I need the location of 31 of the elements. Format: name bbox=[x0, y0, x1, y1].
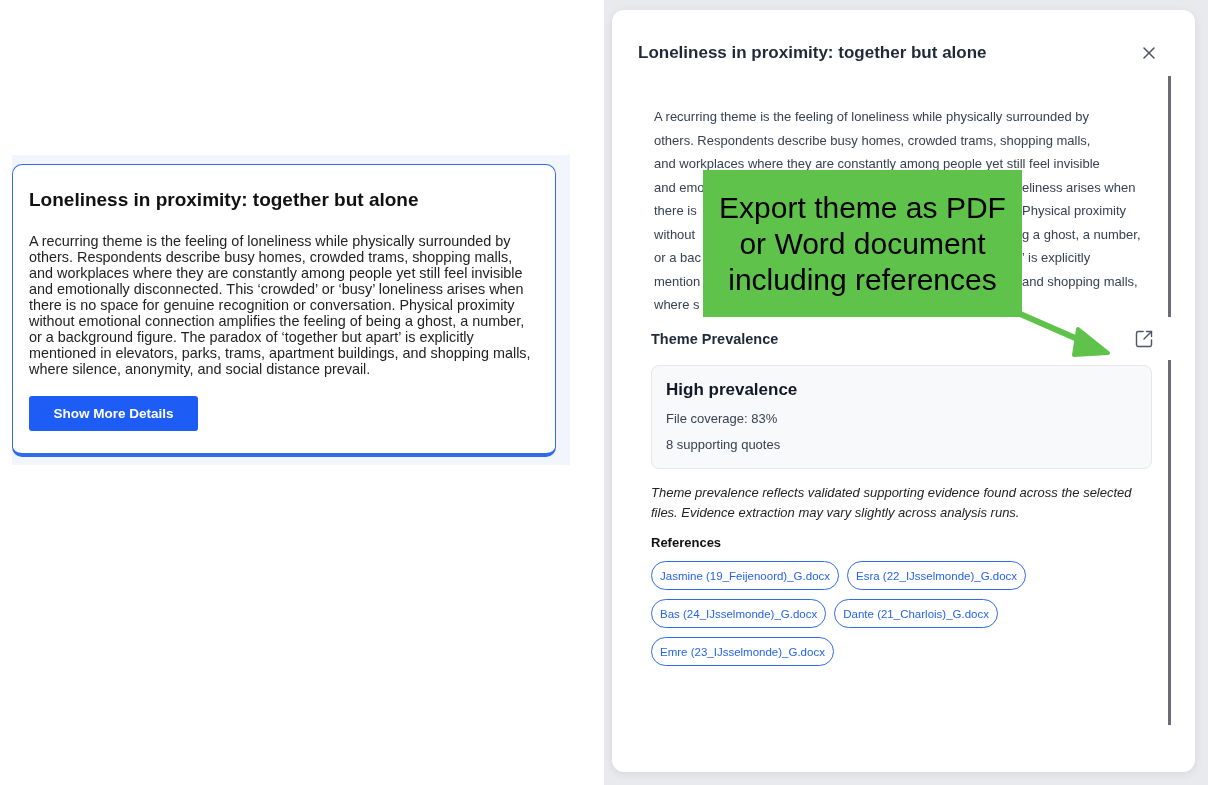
card-description: A recurring theme is the feeling of loneliness while physically surrounded by others. Respondents describe busy homes, crowded trams, shopping malls, and workplaces where they are constantly among people yet still feel invisible and emotionally disconnected. This ‘crowded’ or ‘busy’ loneliness arises when there is no space for genuine recognition or conversation. Physical proximity without emotional connection amplifies the feeling of being a ghost, a number, or a background figure. The paradox of ‘together but apart’ is explicitly mentioned in elevators, parks, trams, apartment buildings, and shopping malls, where silence, anonymity, and social distance prevail. bbox=[29, 233, 532, 377]
description-fragment: mention bbox=[654, 272, 702, 291]
scrollbar[interactable] bbox=[1168, 76, 1171, 725]
card-title: Loneliness in proximity: together but alone bbox=[29, 189, 420, 211]
reference-chip[interactable]: Dante (21_Charlois)_G.docx bbox=[834, 599, 998, 628]
prevalence-note: Theme prevalence reflects validated supporting evidence found across the selected files. Evidence extraction may vary slightly across analysis runs. bbox=[651, 484, 1133, 522]
reference-chip[interactable]: Jasmine (19_Feijenoord)_G.docx bbox=[651, 561, 840, 590]
export-icon[interactable] bbox=[1134, 328, 1154, 349]
description-fragment: Physical proximity bbox=[1022, 202, 1128, 220]
section-heading: Theme Prevalence bbox=[651, 330, 779, 347]
description-line: A recurring theme is the feeling of loneliness while physically surrounded by bbox=[654, 108, 1090, 126]
description-fragment: eliness arises when bbox=[1022, 178, 1137, 197]
references-heading: References bbox=[651, 535, 723, 550]
description-fragment: there is bbox=[654, 202, 698, 220]
quotes-count: 8 supporting quotes bbox=[666, 437, 782, 452]
reference-chip[interactable]: Esra (22_IJsselmonde)_G.docx bbox=[847, 561, 1027, 590]
dialog-title: Loneliness in proximity: together but alone bbox=[638, 43, 987, 63]
description-fragment: where s bbox=[654, 296, 701, 314]
reference-chip[interactable]: Bas (24_IJsselmonde)_G.docx bbox=[651, 599, 827, 628]
description-fragment: g a ghost, a number, bbox=[1022, 225, 1142, 244]
description-fragment: ’ is explicitly bbox=[1022, 249, 1092, 267]
reference-chip[interactable]: Emre (23_IJsselmonde)_G.docx bbox=[651, 637, 834, 666]
prevalence-level: High prevalence bbox=[666, 380, 799, 400]
callout-note: Export theme as PDF or Word document including references bbox=[703, 170, 1022, 317]
description-fragment: without bbox=[654, 225, 697, 244]
description-line: others. Respondents describe busy homes, crowded trams, shopping malls, bbox=[654, 131, 1092, 150]
coverage-text: File coverage: 83% bbox=[666, 411, 779, 426]
description-line: and workplaces where they are constantly among people yet still feel invisible bbox=[654, 155, 1101, 173]
description-fragment: or a bac bbox=[654, 249, 702, 267]
description-fragment: and shopping malls, bbox=[1022, 272, 1139, 291]
show-more-button[interactable]: Show More Details bbox=[29, 396, 198, 431]
